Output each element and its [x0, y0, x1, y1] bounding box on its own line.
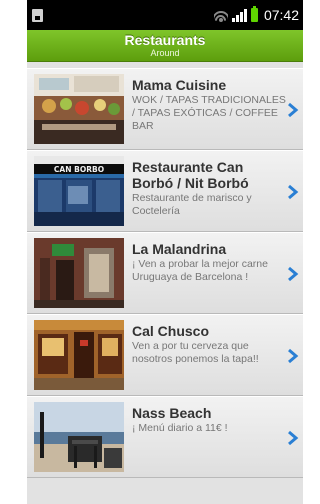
restaurant-description: Restaurante de marisco y Coctelería	[132, 192, 252, 217]
status-bar: 07:42	[27, 0, 303, 30]
page-subtitle: Around	[150, 48, 180, 58]
chevron-right-icon	[288, 266, 299, 282]
restaurant-photo	[34, 320, 124, 390]
restaurant-list: Mama Cuisine WOK / TAPAS TRADICIONALES /…	[27, 62, 303, 478]
app-screen: 07:42 Restaurants Around Mama Cuisine WO…	[27, 0, 303, 504]
chevron-right-icon	[288, 184, 299, 200]
restaurant-photo	[34, 238, 124, 308]
photo-sign-text: CAN BORBO	[54, 165, 104, 174]
chevron-right-icon	[288, 102, 299, 118]
status-time: 07:42	[263, 7, 299, 23]
page-title: Restaurants	[124, 32, 206, 48]
restaurant-description: Ven a por tu cerveza que nosotros ponemo…	[132, 340, 259, 365]
sd-card-icon	[32, 8, 43, 22]
list-item[interactable]: Mama Cuisine WOK / TAPAS TRADICIONALES /…	[27, 68, 303, 150]
list-item[interactable]: La Malandrina ¡ Ven a probar la mejor ca…	[27, 232, 303, 314]
restaurant-photo	[34, 74, 124, 144]
restaurant-photo	[34, 402, 124, 472]
list-item[interactable]: Cal Chusco Ven a por tu cerveza que noso…	[27, 314, 303, 396]
list-item[interactable]: Nass Beach ¡ Menú diario a 11€ !	[27, 396, 303, 478]
restaurant-photo: CAN BORBO	[34, 156, 124, 226]
restaurant-name: Cal Chusco	[132, 323, 210, 339]
restaurant-description: WOK / TAPAS TRADICIONALES / TAPAS EXÓTIC…	[132, 94, 286, 132]
battery-icon	[250, 6, 258, 22]
wifi-icon	[213, 8, 228, 22]
chevron-right-icon	[288, 348, 299, 364]
restaurant-name: La Malandrina	[132, 241, 227, 257]
signal-icon	[231, 8, 247, 22]
list-item[interactable]: CAN BORBO Restaurante Can Borbó / Nit Bo…	[27, 150, 303, 232]
restaurant-description: ¡ Menú diario a 11€ !	[132, 422, 228, 434]
restaurant-name: Nass Beach	[132, 405, 212, 421]
title-bar: Restaurants Around	[27, 30, 303, 62]
restaurant-name: Mama Cuisine	[132, 77, 227, 93]
restaurant-name: Restaurante Can Borbó / Nit Borbó	[132, 159, 249, 191]
restaurant-description: ¡ Ven a probar la mejor carne Uruguaya d…	[132, 258, 268, 283]
chevron-right-icon	[288, 430, 299, 446]
